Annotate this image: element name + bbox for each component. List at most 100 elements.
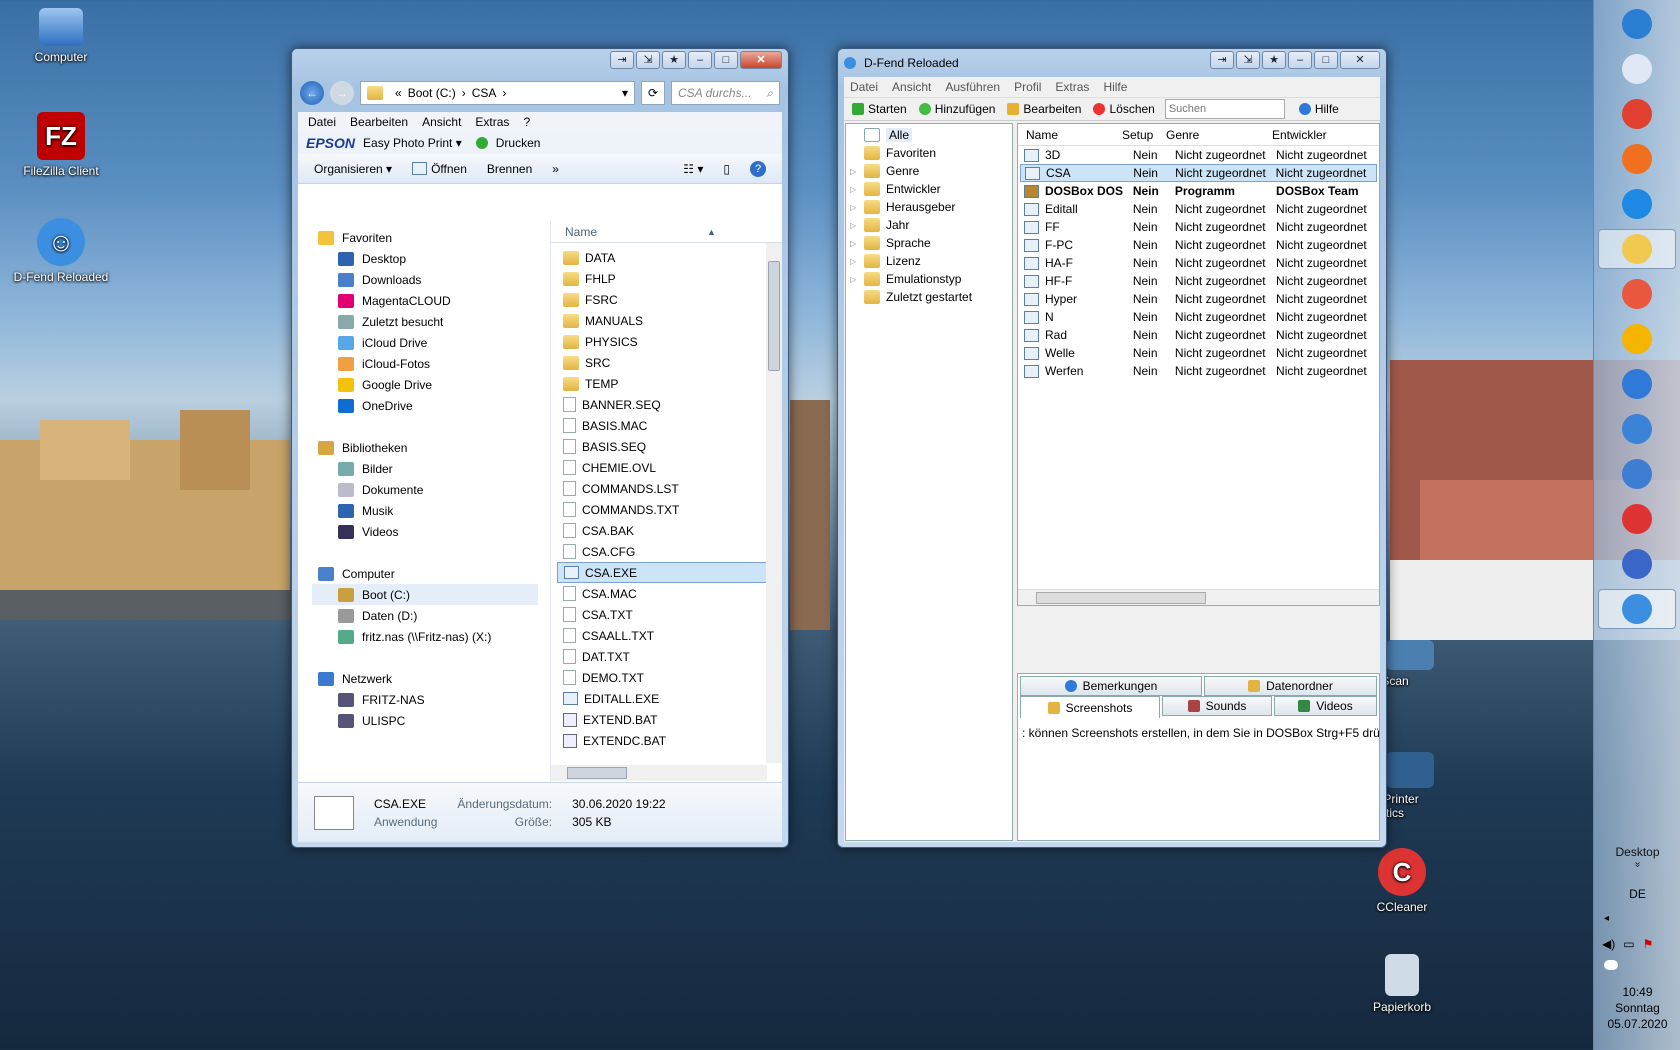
taskbar-button[interactable] [1598, 589, 1676, 629]
profile-row[interactable]: 3D Nein Nicht zugeordnet Nicht zugeordnet [1020, 146, 1377, 164]
star-icon[interactable]: ★ [662, 51, 686, 69]
open-button[interactable]: Öffnen [412, 162, 467, 176]
nav-item[interactable]: iCloud Drive [312, 332, 544, 353]
file-row[interactable]: DATA [557, 247, 769, 268]
refresh-button[interactable]: ⟳ [641, 81, 665, 105]
hscroll-thumb[interactable] [1036, 592, 1206, 604]
menu-ansicht[interactable]: Ansicht [892, 80, 931, 94]
clock[interactable]: 10:49 Sonntag 05.07.2020 [1594, 984, 1680, 1032]
hscroll-thumb[interactable] [567, 767, 627, 779]
organize-button[interactable]: Organisieren ▾ [314, 162, 392, 176]
profile-row[interactable]: N Nein Nicht zugeordnet Nicht zugeordnet [1020, 308, 1377, 326]
tree-item[interactable]: ▷ Jahr [850, 216, 1012, 234]
tree-item[interactable]: Alle [850, 126, 1012, 144]
tree-item[interactable]: ▷ Entwickler [850, 180, 1012, 198]
file-row[interactable]: DEMO.TXT [557, 667, 769, 688]
tree-item[interactable]: ▷ Herausgeber [850, 198, 1012, 216]
nav-item[interactable]: ULISPC [312, 710, 544, 731]
nav-item[interactable]: Bilder [312, 458, 544, 479]
easy-photo-print-button[interactable]: Easy Photo Print ▾ [363, 136, 462, 150]
chevron-down-icon[interactable]: ▾ [622, 86, 628, 100]
maximize-button[interactable]: □ [1314, 51, 1338, 69]
column-developer[interactable]: Entwickler [1268, 128, 1378, 142]
desktop-icon-dfend[interactable]: ☺ D-Fend Reloaded [11, 218, 111, 284]
profile-row[interactable]: Editall Nein Nicht zugeordnet Nicht zugeord… [1020, 200, 1377, 218]
file-row[interactable]: BANNER.SEQ [557, 394, 769, 415]
dfend-window[interactable]: D-Fend Reloaded ⇥ ⇲ ★ – □ ✕ Datei Ansich… [837, 48, 1387, 848]
desktop-icon-filezilla[interactable]: FZ FileZilla Client [11, 112, 111, 178]
column-header-name[interactable]: Name ▲ [551, 221, 782, 243]
file-list[interactable]: Name ▲ DATA FHLP FSRC MANUALS PHYSICS SRC TEMP… [550, 221, 782, 781]
taskbar-button[interactable] [1615, 409, 1659, 449]
scroll-thumb[interactable] [768, 261, 780, 371]
preview-pane-icon[interactable]: ▯ [723, 162, 730, 176]
taskbar-button[interactable] [1615, 454, 1659, 494]
nav-item[interactable]: Musik [312, 500, 544, 521]
nav-item[interactable]: Boot (C:) [312, 584, 538, 605]
more-button[interactable]: » [552, 162, 559, 176]
show-desktop-toolbar[interactable]: Desktop » [1594, 845, 1680, 870]
taskbar-button[interactable] [1615, 4, 1659, 44]
nav-item[interactable]: Zuletzt besucht [312, 311, 544, 332]
tab-screenshots[interactable]: Screenshots [1020, 696, 1160, 718]
menu-hilfe[interactable]: Hilfe [1103, 80, 1127, 94]
profile-list[interactable]: Name Setup Genre Entwickler 3D Nein Nicht … [1017, 123, 1380, 606]
delete-button[interactable]: Löschen [1087, 102, 1160, 116]
nav-item[interactable]: Daten (D:) [312, 605, 544, 626]
file-row[interactable]: FSRC [557, 289, 769, 310]
back-button[interactable]: ← [300, 81, 324, 105]
expand-icon[interactable]: ▷ [850, 221, 864, 230]
file-row[interactable]: MANUALS [557, 310, 769, 331]
horizontal-scrollbar[interactable] [1018, 589, 1379, 605]
nav-item[interactable]: Videos [312, 521, 544, 542]
desktop-icon-computer[interactable]: Computer [11, 8, 111, 64]
vertical-scrollbar[interactable] [766, 243, 782, 763]
forward-button[interactable]: → [330, 81, 354, 105]
menu-profil[interactable]: Profil [1014, 80, 1041, 94]
file-row[interactable]: CSA.CFG [557, 541, 769, 562]
file-row[interactable]: COMMANDS.TXT [557, 499, 769, 520]
nav-item[interactable]: MagentaCLOUD [312, 290, 544, 311]
profile-row[interactable]: Welle Nein Nicht zugeordnet Nicht zugeordne… [1020, 344, 1377, 362]
file-row[interactable]: CSA.EXE [557, 562, 769, 583]
taskbar-button[interactable] [1615, 319, 1659, 359]
flag-icon[interactable]: ⚑ [1643, 937, 1654, 951]
cloud-icon[interactable] [1604, 960, 1618, 970]
file-row[interactable]: CSA.TXT [557, 604, 769, 625]
print-button[interactable]: Drucken [496, 136, 541, 150]
address-bar[interactable]: « Boot (C:) › CSA › ▾ [360, 81, 635, 105]
nav-group[interactable]: Bibliotheken [312, 437, 544, 458]
file-row[interactable]: CSA.MAC [557, 583, 769, 604]
tree-item[interactable]: ▷ Emulationstyp [850, 270, 1012, 288]
edit-button[interactable]: Bearbeiten [1001, 102, 1087, 116]
file-row[interactable]: COMMANDS.LST [557, 478, 769, 499]
file-row[interactable]: CSA.BAK [557, 520, 769, 541]
nav-item[interactable]: Dokumente [312, 479, 544, 500]
search-input[interactable] [1164, 99, 1285, 119]
nav-item[interactable]: Downloads [312, 269, 544, 290]
nav-group[interactable]: Netzwerk [312, 668, 544, 689]
taskbar-button[interactable] [1615, 364, 1659, 404]
expand-icon[interactable]: ▷ [850, 257, 864, 266]
category-tree[interactable]: Alle Favoriten ▷ Genre ▷ Entwickler ▷ Herausgeb… [845, 123, 1013, 841]
profile-row[interactable]: CSA Nein Nicht zugeordnet Nicht zugeordnet [1020, 164, 1377, 182]
file-row[interactable]: CHEMIE.OVL [557, 457, 769, 478]
view-options-icon[interactable]: ☷ ▾ [683, 162, 703, 176]
profile-row[interactable]: F-PC Nein Nicht zugeordnet Nicht zugeordnet [1020, 236, 1377, 254]
menu-datei[interactable]: Datei [308, 115, 336, 129]
tree-item[interactable]: ▷ Sprache [850, 234, 1012, 252]
profile-row[interactable]: Werfen Nein Nicht zugeordnet Nicht zugeordn… [1020, 362, 1377, 380]
maximize-button[interactable]: □ [714, 51, 738, 69]
column-genre[interactable]: Genre [1162, 128, 1268, 142]
taskbar-button[interactable] [1615, 274, 1659, 314]
file-row[interactable]: EXTEND.BAT [557, 709, 769, 730]
menu-help[interactable]: ? [523, 115, 530, 129]
taskbar-button[interactable] [1615, 499, 1659, 539]
tab-data-folder[interactable]: Datenordner [1203, 676, 1377, 696]
add-button[interactable]: Hinzufügen [913, 102, 1002, 116]
taskbar-button[interactable] [1615, 544, 1659, 584]
file-row[interactable]: CSAALL.TXT [557, 625, 769, 646]
minimize-button[interactable]: – [1288, 51, 1312, 69]
nav-item[interactable]: iCloud-Fotos [312, 353, 544, 374]
taskbar-button[interactable] [1615, 139, 1659, 179]
